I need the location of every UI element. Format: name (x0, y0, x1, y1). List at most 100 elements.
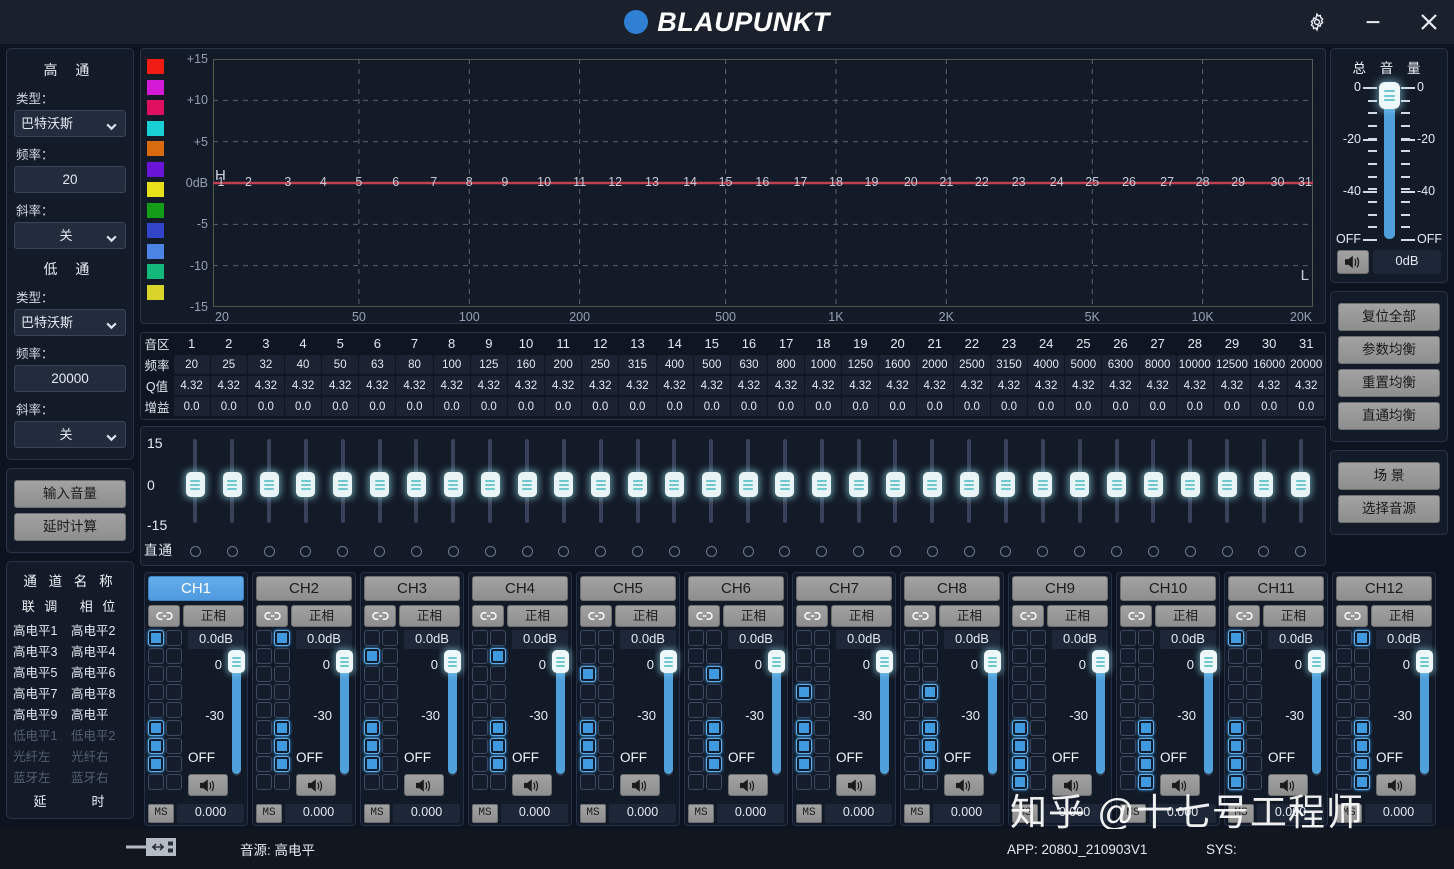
channel-link-checkbox[interactable] (1012, 720, 1028, 736)
eq-table-cell[interactable]: 4.32 (991, 376, 1027, 395)
master-volume-thumb[interactable] (1379, 82, 1400, 109)
eq-table-cell[interactable]: 0.0 (434, 397, 470, 416)
channel-phase-checkbox[interactable] (814, 702, 830, 718)
channel-phase-checkbox[interactable] (490, 648, 506, 664)
channel-phase-checkbox[interactable] (706, 666, 722, 682)
channel-link-checkbox[interactable] (1120, 666, 1136, 682)
channel-phase-checkbox[interactable] (1246, 756, 1262, 772)
channel-phase-checkbox[interactable] (922, 774, 938, 790)
channel-link-checkbox[interactable] (256, 702, 272, 718)
eq-table-cell[interactable]: 4.32 (1065, 376, 1101, 395)
lowpass-slope-select[interactable]: 关 (14, 421, 126, 448)
channel-phase-checkbox[interactable] (598, 648, 614, 664)
eq-slider-thumb[interactable] (1107, 472, 1126, 497)
ms-unit-button[interactable]: MS (148, 804, 174, 823)
channel-phase-checkbox[interactable] (922, 720, 938, 736)
channel-link-checkbox[interactable] (1228, 630, 1244, 646)
speaker-icon[interactable] (728, 774, 768, 796)
channel-fader-thumb[interactable] (876, 650, 893, 673)
channel-link-checkbox[interactable] (364, 648, 380, 664)
channel-link-checkbox[interactable] (364, 774, 380, 790)
eq-bypass-radio[interactable] (448, 546, 459, 557)
link-icon[interactable] (148, 605, 180, 627)
channel-link-checkbox[interactable] (472, 648, 488, 664)
channel-gain-value[interactable]: 0.0dB (1160, 630, 1216, 649)
channel-fader-thumb[interactable] (444, 650, 461, 673)
eq-table-cell[interactable]: 0.0 (582, 397, 618, 416)
eq-table-cell[interactable]: 4.32 (582, 376, 618, 395)
eq-table-cell[interactable]: 0.0 (879, 397, 915, 416)
channel-phase-checkbox[interactable] (274, 648, 290, 664)
eq-table-cell[interactable]: 0.0 (1140, 397, 1176, 416)
channel-link-checkbox[interactable] (688, 648, 704, 664)
eq-band-point[interactable]: 14 (683, 175, 697, 189)
eq-table-cell[interactable]: 800 (768, 355, 804, 374)
channel-link-checkbox[interactable] (364, 720, 380, 736)
eq-table-cell[interactable]: 4.32 (1028, 376, 1064, 395)
eq-table-cell[interactable]: 63 (359, 355, 395, 374)
phase-button[interactable]: 正相 (291, 605, 352, 627)
eq-table-cell[interactable]: 0.0 (842, 397, 878, 416)
channel-link-checkbox[interactable] (904, 666, 920, 682)
channel-phase-checkbox[interactable] (166, 666, 182, 682)
channel-link-checkbox[interactable] (580, 702, 596, 718)
channel-link-checkbox[interactable] (1012, 666, 1028, 682)
channel-phase-checkbox[interactable] (1138, 774, 1154, 790)
eq-band-point[interactable]: 1 (218, 175, 225, 189)
channel-fader-thumb[interactable] (228, 650, 245, 673)
lowpass-type-select[interactable]: 巴特沃斯 (14, 309, 126, 336)
channel-phase-checkbox[interactable] (274, 756, 290, 772)
channel-fader-thumb[interactable] (1200, 650, 1217, 673)
ms-unit-button[interactable]: MS (688, 804, 714, 823)
phase-button[interactable]: 正相 (723, 605, 784, 627)
eq-band-point[interactable]: 18 (829, 175, 843, 189)
channel-phase-checkbox[interactable] (274, 720, 290, 736)
eq-table-cell[interactable]: 0.0 (322, 397, 358, 416)
eq-table-cell[interactable]: 16000 (1251, 355, 1287, 374)
eq-table-cell[interactable]: 4.32 (1251, 376, 1287, 395)
eq-band-point[interactable]: 10 (537, 175, 551, 189)
eq-band-point[interactable]: 30 (1271, 175, 1285, 189)
channel-phase-checkbox[interactable] (1354, 720, 1370, 736)
channel-phase-checkbox[interactable] (1138, 702, 1154, 718)
channel-phase-checkbox[interactable] (1030, 738, 1046, 754)
minimize-button[interactable] (1358, 7, 1388, 37)
channel-phase-checkbox[interactable] (1354, 738, 1370, 754)
eq-table-cell[interactable]: 0.0 (917, 397, 953, 416)
eq-table-cell[interactable]: 0.0 (211, 397, 247, 416)
channel-link-checkbox[interactable] (1120, 684, 1136, 700)
eq-table-cell[interactable]: 2000 (917, 355, 953, 374)
eq-table-cell[interactable]: 4.32 (657, 376, 693, 395)
phase-button[interactable]: 正相 (399, 605, 460, 627)
eq-table-cell[interactable]: 8000 (1140, 355, 1176, 374)
channel-link-checkbox[interactable] (148, 702, 164, 718)
eq-bypass-radio[interactable] (1258, 546, 1269, 557)
eq-color-swatch[interactable] (147, 182, 164, 197)
channel-phase-checkbox[interactable] (1354, 756, 1370, 772)
channel-link-checkbox[interactable] (1120, 630, 1136, 646)
channel-phase-checkbox[interactable] (1354, 630, 1370, 646)
eq-slider-thumb[interactable] (849, 472, 868, 497)
ms-unit-button[interactable]: MS (364, 804, 390, 823)
channel-tab[interactable]: CH4 (472, 576, 568, 601)
eq-slider-thumb[interactable] (260, 472, 279, 497)
highpass-freq-input[interactable]: 20 (14, 166, 126, 193)
eq-table-cell[interactable]: 2500 (954, 355, 990, 374)
eq-band-point[interactable]: 20 (904, 175, 918, 189)
eq-bypass-radio[interactable] (485, 546, 496, 557)
eq-bypass-radio[interactable] (374, 546, 385, 557)
channel-phase-checkbox[interactable] (598, 666, 614, 682)
link-icon[interactable] (904, 605, 936, 627)
channel-phase-checkbox[interactable] (814, 630, 830, 646)
phase-button[interactable]: 正相 (831, 605, 892, 627)
channel-link-checkbox[interactable] (1336, 738, 1352, 754)
channel-fader-thumb[interactable] (984, 650, 1001, 673)
channel-link-checkbox[interactable] (1012, 648, 1028, 664)
eq-slider-thumb[interactable] (1033, 472, 1052, 497)
eq-bypass-radio[interactable] (264, 546, 275, 557)
eq-slider-thumb[interactable] (886, 472, 905, 497)
eq-band-point[interactable]: 28 (1196, 175, 1210, 189)
eq-slider-thumb[interactable] (812, 472, 831, 497)
channel-link-checkbox[interactable] (472, 756, 488, 772)
eq-table-cell[interactable]: 4.32 (545, 376, 581, 395)
